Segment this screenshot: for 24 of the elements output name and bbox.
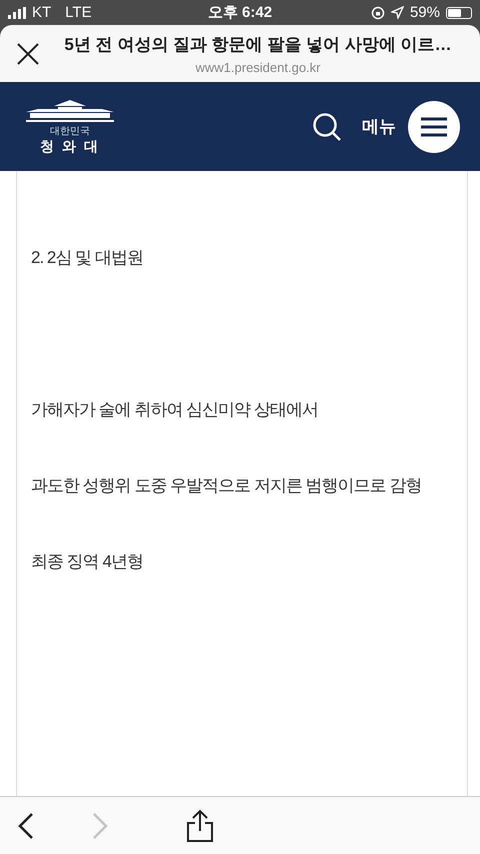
back-button[interactable]	[18, 812, 34, 838]
logo-name: 청 와 대	[40, 138, 100, 156]
paragraph: 최종 징역 4년형	[31, 551, 144, 573]
battery-icon	[446, 6, 472, 18]
paragraph: 가해자가 술에 취하여 심신미약 상태에서	[31, 399, 319, 421]
clock: 오후 6:42	[206, 3, 274, 22]
carrier: KT	[32, 4, 52, 21]
menu-label[interactable]: 메뉴	[362, 115, 396, 138]
hamburger-icon	[420, 116, 448, 138]
search-icon[interactable]	[312, 112, 342, 142]
paragraph: 2. 2심 및 대법원	[31, 247, 144, 269]
battery-percent: 59%	[410, 4, 440, 21]
page-title: 5년 전 여성의 질과 항문에 팔을 넣어 사망에 이르…	[64, 34, 452, 56]
paragraph: 과도한 성행위 도중 우발적으로 저지른 범행이므로 감형	[31, 475, 422, 497]
building-logo-icon	[24, 98, 116, 124]
location-arrow-icon	[390, 6, 404, 19]
page-domain: www1.president.go.kr	[196, 60, 320, 74]
logo-subtitle: 대한민국	[50, 124, 90, 138]
network-type: LTE	[65, 4, 92, 21]
close-icon	[16, 42, 40, 66]
signal-icon	[8, 6, 26, 18]
share-button[interactable]	[186, 808, 214, 842]
rotation-lock-icon	[370, 6, 385, 20]
menu-button[interactable]	[408, 100, 460, 152]
